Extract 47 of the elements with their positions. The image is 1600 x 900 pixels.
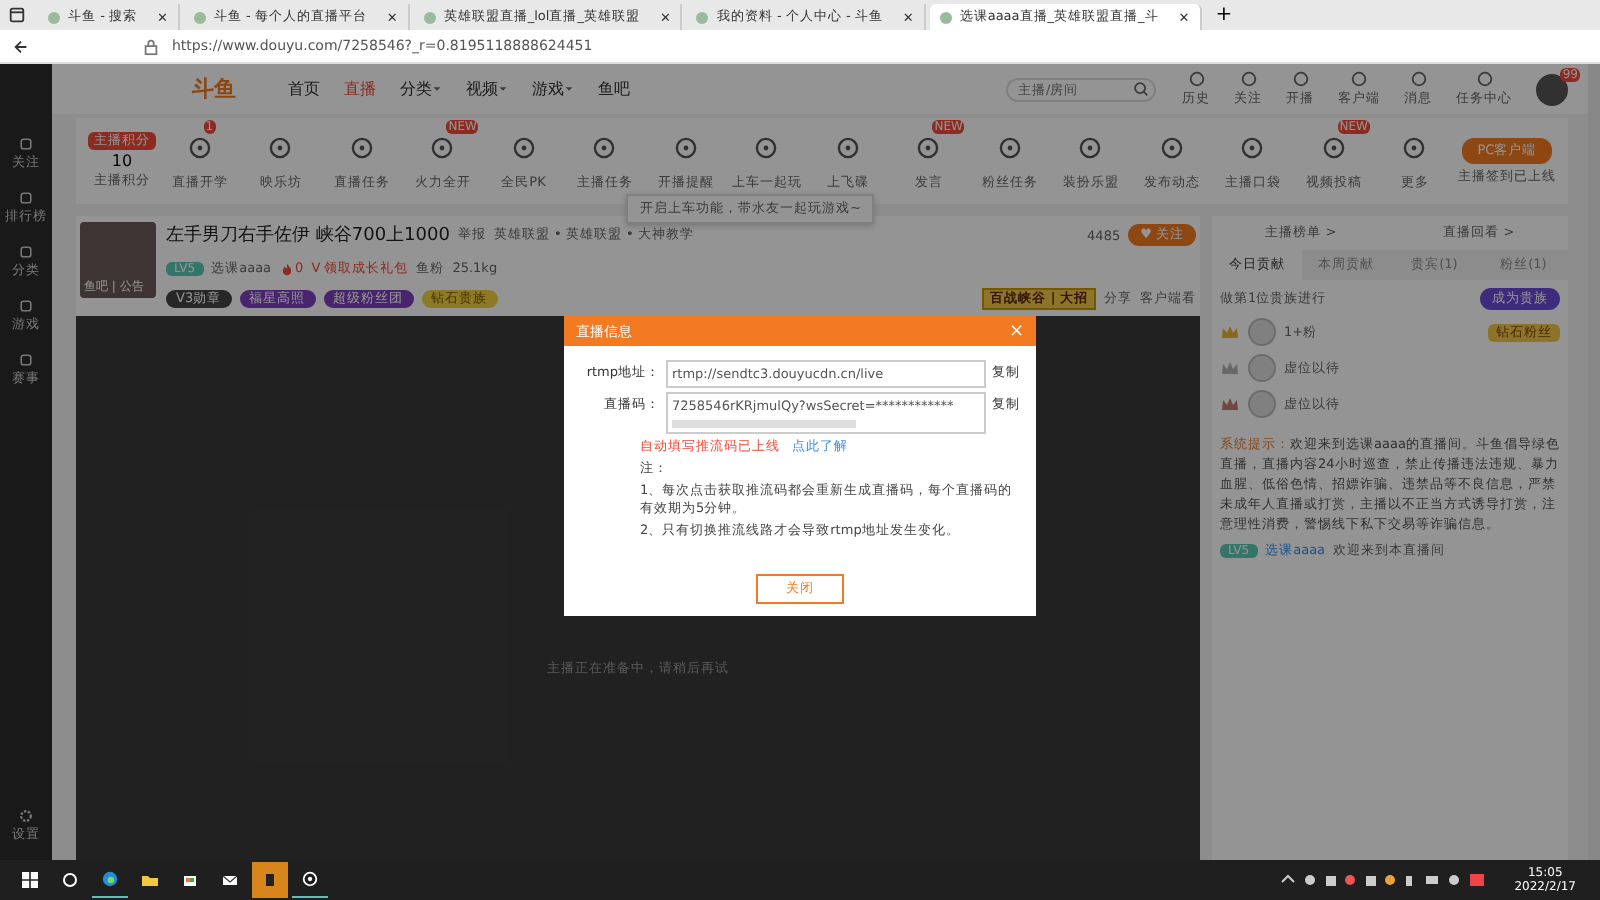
score-value: 10 (111, 152, 133, 170)
nav-link[interactable]: 首页 (288, 78, 320, 100)
nav-link[interactable]: 视频 (466, 78, 508, 100)
header-action-icon[interactable] (1475, 70, 1493, 88)
nav-link[interactable]: 游戏 (532, 78, 574, 100)
tool-circle-icon[interactable] (754, 136, 779, 160)
sidebar-icon[interactable] (18, 244, 34, 260)
tool-circle-icon[interactable] (349, 136, 374, 160)
tool-circle-icon[interactable] (187, 136, 212, 160)
caret-icon (564, 84, 574, 94)
header-action-icon[interactable] (1291, 70, 1309, 88)
nav-link[interactable]: 直播 (344, 78, 376, 100)
sidebar-icon[interactable] (18, 136, 34, 152)
sidebar-icon[interactable] (18, 298, 34, 314)
sidebar-icon[interactable] (18, 352, 34, 368)
close-button[interactable]: × (1008, 321, 1024, 341)
header-action-icon[interactable] (1409, 70, 1427, 88)
app-icon[interactable] (252, 862, 288, 898)
room-title: 左手男刀右手佐伊 峡谷700上1000 (166, 223, 450, 248)
tool-circle-icon[interactable] (1159, 136, 1184, 160)
tool-circle-icon[interactable] (1078, 136, 1103, 160)
tool-circle-icon[interactable] (430, 136, 455, 160)
tool-circle-icon[interactable] (268, 136, 293, 160)
header-action-icon[interactable] (1350, 70, 1368, 88)
tool-circle-icon[interactable] (1321, 136, 1346, 160)
site-logo[interactable]: 斗鱼 (192, 74, 236, 104)
tool-circle-icon[interactable] (673, 136, 698, 160)
nav-link[interactable]: 鱼吧 (598, 78, 630, 100)
tool-circle-icon[interactable] (592, 136, 617, 160)
tool-circle-icon[interactable] (511, 136, 536, 160)
tool-circle-icon[interactable] (1240, 136, 1265, 160)
tab-actions-icon[interactable] (8, 6, 26, 24)
caret-icon (432, 84, 442, 94)
tool-circle-icon[interactable] (1402, 136, 1427, 160)
nav-link[interactable]: 分类 (400, 78, 442, 100)
tool-circle-icon[interactable] (997, 136, 1022, 160)
header-action-icon[interactable] (1187, 70, 1205, 88)
settings-icon[interactable] (18, 808, 34, 824)
tool-circle-icon[interactable] (916, 136, 941, 160)
sidebar-icon[interactable] (18, 190, 34, 206)
flame-icon (279, 261, 294, 275)
tool-circle-icon[interactable] (835, 136, 860, 160)
new-tab-button[interactable]: + (1205, 4, 1243, 26)
header-action-icon[interactable] (1239, 70, 1257, 88)
back-icon[interactable] (12, 37, 30, 55)
lock-icon (142, 37, 160, 55)
caret-icon (498, 84, 508, 94)
